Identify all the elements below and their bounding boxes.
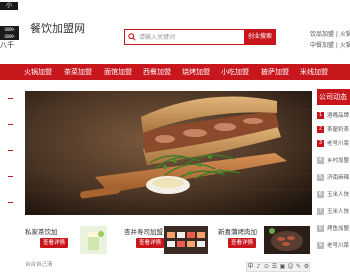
- product-title-3[interactable]: 新喜蒲烤肉加: [218, 226, 257, 236]
- news-item[interactable]: 4 乡村加盟: [317, 155, 350, 167]
- product-title-2[interactable]: 杏井寿司加盟: [124, 226, 163, 236]
- site-logo[interactable]: 小 0009-8998 0009-8998 八千合: [0, 0, 21, 50]
- ime-sound-icon[interactable]: ♪: [255, 263, 262, 271]
- news-text: 玉米人快: [327, 209, 350, 215]
- search-button[interactable]: 创业搜索: [244, 29, 276, 45]
- logo-bottom-text: 八千合: [0, 41, 14, 49]
- news-text: 老号川菜: [327, 141, 350, 147]
- banner-image: [25, 91, 312, 215]
- news-item[interactable]: 2 茶屋奶茶: [317, 124, 350, 136]
- nav-item-pizza[interactable]: 披萨加盟: [261, 64, 289, 80]
- news-rank: 5: [317, 174, 324, 181]
- header-link-1[interactable]: 饮品加盟 | 火锅: [310, 29, 350, 38]
- site-name[interactable]: 餐饮加盟网: [30, 20, 85, 36]
- nav-item-hotpot[interactable]: 火锅加盟: [24, 64, 52, 80]
- news-text: 酒嘴品牌: [327, 113, 350, 119]
- nav-item-snacks[interactable]: 小吃加盟: [221, 64, 249, 80]
- news-item[interactable]: 6 玉米人快: [317, 189, 350, 201]
- product-2-detail-button[interactable]: 查看详情: [136, 238, 164, 248]
- product-3-detail-button[interactable]: 查看详情: [228, 238, 256, 248]
- news-text: 老号川菜: [327, 243, 350, 249]
- main-nav: [0, 64, 350, 80]
- news-text: 玉米人快: [327, 192, 350, 198]
- nav-item-western[interactable]: 西餐加盟: [143, 64, 171, 80]
- news-item[interactable]: 9 老号川菜: [317, 240, 350, 252]
- company-news-title: 公司动态: [317, 89, 350, 105]
- left-marker: [8, 124, 13, 125]
- news-item[interactable]: 5 济南麻辣: [317, 172, 350, 184]
- news-item[interactable]: 1 酒嘴品牌: [317, 110, 350, 122]
- nav-item-bbq[interactable]: 烧烤加盟: [182, 64, 210, 80]
- ime-menu-icon[interactable]: ☰: [271, 263, 278, 271]
- ime-emoji-icon[interactable]: ☺: [287, 263, 294, 271]
- left-marker: [8, 176, 13, 177]
- left-marker: [8, 98, 13, 99]
- logo-top-text: 小: [0, 2, 18, 10]
- product-1-detail-button[interactable]: 查看详情: [40, 238, 68, 248]
- left-marker: [8, 202, 13, 203]
- ime-lang-icon[interactable]: 中: [247, 263, 254, 271]
- left-marker: [8, 150, 13, 151]
- logo-phone-2: 0009-8998: [0, 33, 19, 40]
- news-text: 济南麻辣: [327, 175, 350, 181]
- nav-item-noodles[interactable]: 面馆加盟: [104, 64, 132, 80]
- search-icon: [128, 33, 136, 41]
- news-item[interactable]: 7 玉米人快: [317, 206, 350, 218]
- ime-settings-icon[interactable]: ⚙: [303, 263, 310, 271]
- product-3-image[interactable]: [264, 226, 310, 254]
- product-1-image[interactable]: [80, 226, 107, 254]
- left-category-strip: [0, 82, 14, 280]
- ime-handwrite-icon[interactable]: ✎: [295, 263, 302, 271]
- news-text: 烤鱼加盟: [327, 226, 350, 232]
- news-rank: 9: [317, 242, 324, 249]
- nav-item-rice-noodle[interactable]: 米线加盟: [300, 64, 328, 80]
- news-item[interactable]: 3 老号川菜: [317, 138, 350, 150]
- news-text: 茶屋奶茶: [327, 127, 350, 133]
- news-rank: 3: [317, 140, 324, 147]
- news-rank: 8: [317, 225, 324, 232]
- news-rank: 7: [317, 208, 324, 215]
- ime-punct-icon[interactable]: ⊙: [263, 263, 270, 271]
- news-rank: 2: [317, 126, 324, 133]
- news-rank: 1: [317, 112, 324, 119]
- nav-item-tea[interactable]: 茶菜加盟: [64, 64, 92, 80]
- news-text: 乡村加盟: [327, 158, 350, 164]
- header-link-2[interactable]: 中餐加盟 | 火锅: [310, 40, 350, 49]
- product-subtitle: 台台自己清: [25, 262, 53, 268]
- news-rank: 4: [317, 157, 324, 164]
- product-title-1[interactable]: 私家茶饮加: [25, 226, 58, 236]
- search-input[interactable]: [139, 30, 239, 44]
- product-2-image[interactable]: [164, 226, 208, 254]
- news-rank: 6: [317, 191, 324, 198]
- hero-banner[interactable]: [25, 91, 312, 215]
- logo-phone-1: 0009-8998: [0, 26, 19, 33]
- news-item[interactable]: 8 烤鱼加盟: [317, 223, 350, 235]
- ime-keyboard-icon[interactable]: ▣: [279, 263, 286, 271]
